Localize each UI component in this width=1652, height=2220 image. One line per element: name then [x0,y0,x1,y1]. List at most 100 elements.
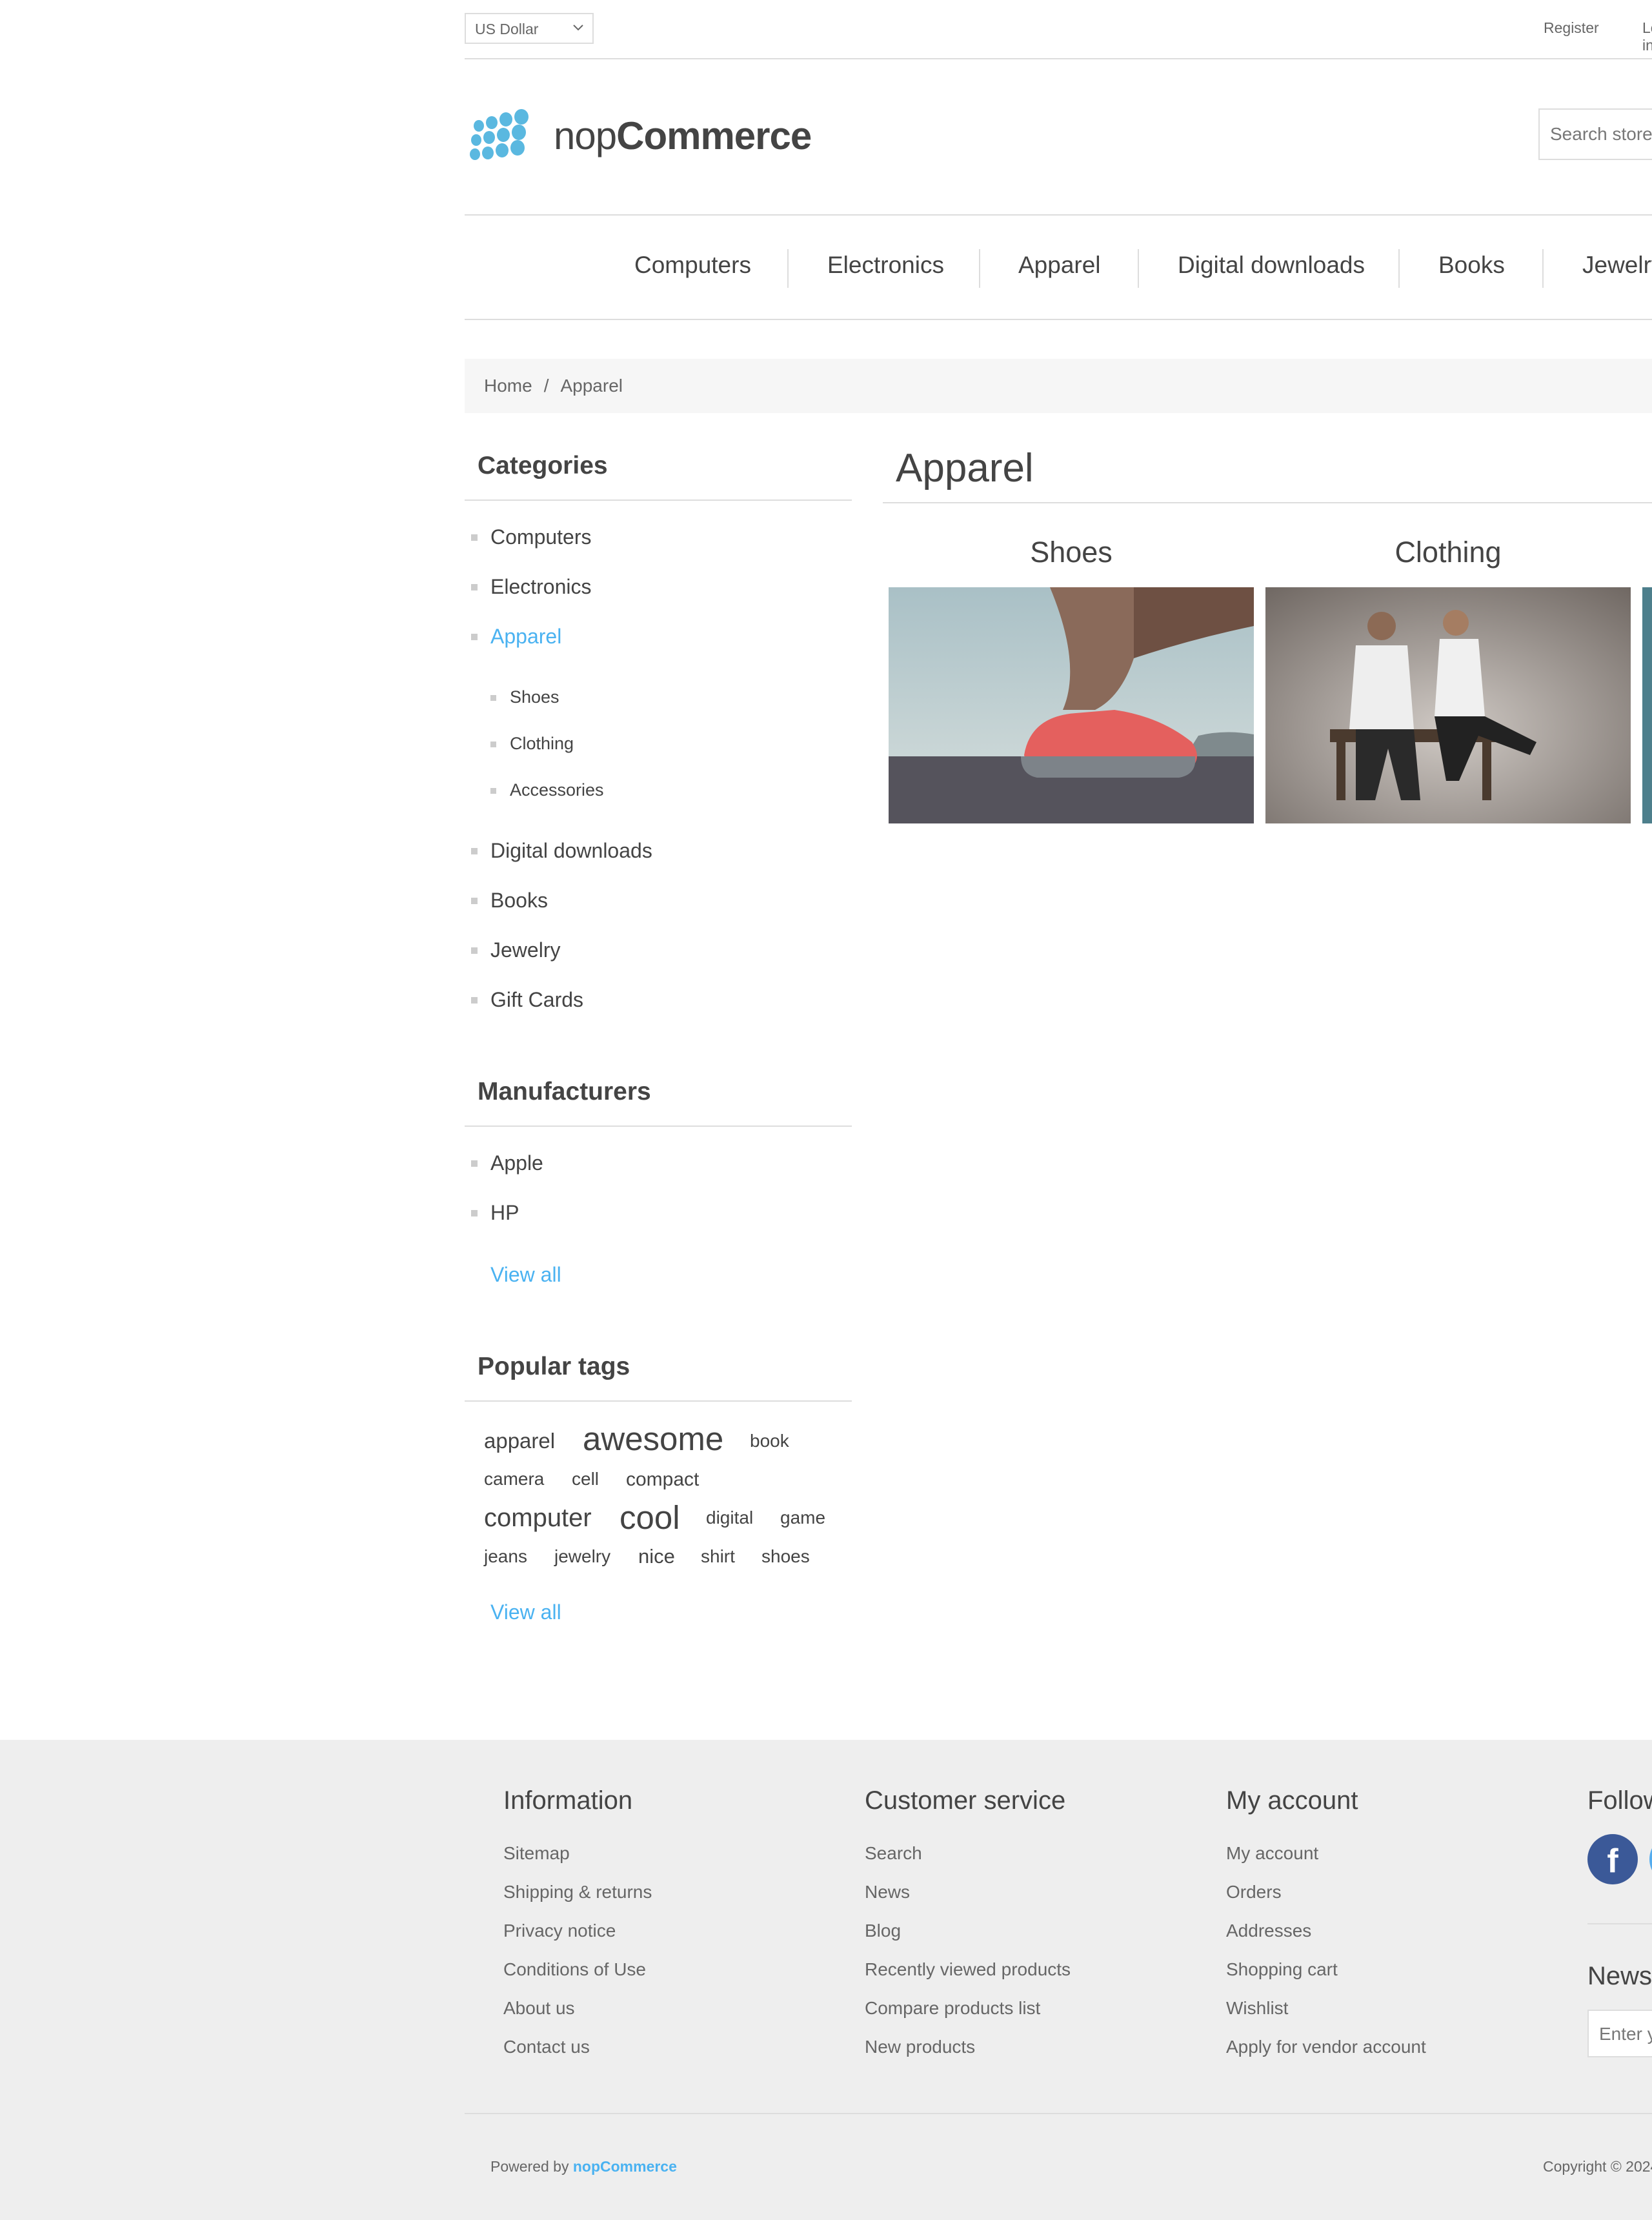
list-bullet [471,997,478,1004]
header-links-bar: US Dollar Register Log in [465,13,1652,59]
clothing-image[interactable] [1265,587,1631,823]
register-link[interactable]: Register [1544,19,1599,37]
manufacturers-view-all-link[interactable]: View all [490,1263,561,1287]
footer-link-contact[interactable]: Contact us [503,2037,590,2057]
menu-item-jewelry[interactable]: Jewelry [1582,252,1652,279]
footer-link-compare[interactable]: Compare products list [865,1998,1040,2019]
powered-by-link[interactable]: nopCommerce [573,2158,677,2175]
subcategory-title-shoes[interactable]: Shoes [889,536,1254,569]
footer-my-account-title: My account [1226,1786,1358,1815]
tag-game[interactable]: game [780,1508,825,1528]
subcategory-shoes[interactable]: Shoes [510,687,559,707]
tag-shoes[interactable]: shoes [761,1546,810,1567]
list-bullet [471,1210,478,1216]
footer-link-shopping-cart[interactable]: Shopping cart [1226,1959,1338,1980]
menu-item-digital-downloads[interactable]: Digital downloads [1178,252,1365,279]
store-logo[interactable]: nopCommerce [467,106,812,165]
category-digital-downloads[interactable]: Digital downloads [490,839,652,863]
footer-link-vendor[interactable]: Apply for vendor account [1226,2037,1426,2057]
accessories-image[interactable] [1642,587,1652,823]
list-bullet [471,848,478,854]
footer-link-wishlist[interactable]: Wishlist [1226,1998,1288,2019]
breadcrumb-separator: / [543,376,549,396]
subcategory-title-clothing[interactable]: Clothing [1265,536,1631,569]
footer-link-recently-viewed[interactable]: Recently viewed products [865,1959,1071,1980]
menu-item-books[interactable]: Books [1438,252,1505,279]
list-bullet [471,634,478,640]
top-menu: Computers Electronics Apparel Digital do… [465,214,1652,320]
footer-divider [1587,1923,1652,1924]
tag-camera[interactable]: camera [484,1469,544,1489]
tag-digital[interactable]: digital [706,1508,753,1528]
menu-divider [787,249,789,288]
tag-shirt[interactable]: shirt [701,1546,735,1567]
footer [0,1740,1652,2220]
manufacturer-apple[interactable]: Apple [490,1151,543,1175]
categories-title: Categories [465,452,852,501]
footer-link-shipping[interactable]: Shipping & returns [503,1882,652,1902]
list-bullet [490,788,496,794]
category-electronics[interactable]: Electronics [490,575,592,599]
tag-jeans[interactable]: jeans [484,1546,527,1567]
chevron-down-icon [573,25,583,31]
footer-link-sitemap[interactable]: Sitemap [503,1843,570,1864]
footer-link-news[interactable]: News [865,1882,910,1902]
list-bullet [471,898,478,904]
category-jewelry[interactable]: Jewelry [490,938,560,962]
subcategory-clothing[interactable]: Clothing [510,734,574,754]
footer-link-privacy[interactable]: Privacy notice [503,1921,616,1941]
list-bullet [490,695,496,701]
menu-item-electronics[interactable]: Electronics [827,252,944,279]
breadcrumb-current: Apparel [560,376,623,396]
tags-view-all-link[interactable]: View all [490,1600,561,1624]
logo-dots-icon [470,109,529,160]
popular-tags-title: Popular tags [465,1353,852,1402]
list-bullet [471,584,478,590]
category-gift-cards[interactable]: Gift Cards [490,988,583,1012]
logo-text: nopCommerce [554,114,812,157]
tag-nice[interactable]: nice [638,1545,675,1568]
facebook-icon[interactable]: f [1587,1834,1638,1884]
list-bullet [471,947,478,954]
footer-link-new-products[interactable]: New products [865,2037,975,2057]
menu-item-apparel[interactable]: Apparel [1018,252,1101,279]
tag-cool[interactable]: cool [620,1498,680,1537]
menu-divider [979,249,980,288]
menu-divider [1542,249,1544,288]
powered-by-text: Powered by nopCommerce [490,2158,677,2175]
footer-link-orders[interactable]: Orders [1226,1882,1282,1902]
list-bullet [471,1160,478,1167]
search-input[interactable]: Search store [1538,108,1652,160]
category-computers[interactable]: Computers [490,525,592,549]
footer-information-title: Information [503,1786,633,1815]
tag-book[interactable]: book [750,1431,789,1451]
tag-jewelry[interactable]: jewelry [554,1546,610,1567]
footer-link-addresses[interactable]: Addresses [1226,1921,1311,1941]
tag-cell[interactable]: cell [572,1469,599,1489]
footer-bottom-divider [465,2113,1652,2114]
footer-link-search[interactable]: Search [865,1843,922,1864]
tag-compact[interactable]: compact [626,1469,699,1491]
shoes-photo [889,587,1254,823]
shoes-image[interactable] [889,587,1254,823]
footer-link-about[interactable]: About us [503,1998,575,2019]
category-books[interactable]: Books [490,889,548,913]
accessories-photo [1642,587,1652,823]
footer-follow-us-title: Follow us [1587,1786,1652,1815]
newsletter-email-input[interactable]: Enter your email here... [1587,2010,1652,2057]
footer-link-my-account[interactable]: My account [1226,1843,1318,1864]
manufacturer-hp[interactable]: HP [490,1201,519,1225]
footer-link-blog[interactable]: Blog [865,1921,901,1941]
tag-apparel[interactable]: apparel [484,1429,555,1453]
footer-link-conditions[interactable]: Conditions of Use [503,1959,646,1980]
breadcrumb: Home / Apparel [465,359,1652,413]
currency-value: US Dollar [475,21,539,37]
subcategory-accessories[interactable]: Accessories [510,780,604,800]
tag-computer[interactable]: computer [484,1504,592,1533]
login-link[interactable]: Log in [1642,19,1652,54]
tag-awesome[interactable]: awesome [583,1420,723,1458]
breadcrumb-home[interactable]: Home [484,376,532,396]
menu-item-computers[interactable]: Computers [634,252,751,279]
category-apparel[interactable]: Apparel [490,625,561,649]
currency-selector[interactable]: US Dollar [465,13,594,44]
